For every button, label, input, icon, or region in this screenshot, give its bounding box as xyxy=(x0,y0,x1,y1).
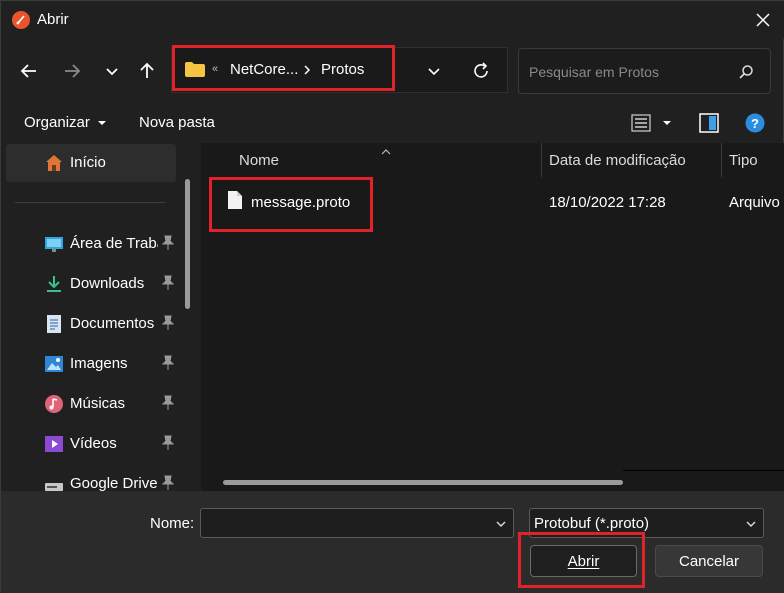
sidebar-divider xyxy=(15,202,165,203)
cancel-button[interactable]: Cancelar xyxy=(655,545,763,577)
back-button[interactable] xyxy=(14,56,44,86)
sidebar-item-music[interactable]: Músicas xyxy=(6,385,176,423)
address-dropdown-icon[interactable] xyxy=(426,63,442,82)
pin-icon xyxy=(161,355,175,371)
arrow-right-icon xyxy=(65,64,81,78)
open-button-highlight xyxy=(518,532,645,588)
up-button[interactable] xyxy=(132,56,162,86)
column-divider[interactable] xyxy=(721,143,722,177)
arrow-up-icon xyxy=(140,62,154,78)
pin-icon xyxy=(161,475,175,491)
pin-icon xyxy=(161,275,175,291)
search-icon xyxy=(738,64,754,83)
preview-pane-icon[interactable] xyxy=(699,113,719,136)
chevron-down-icon xyxy=(745,517,757,533)
sidebar-label: Vídeos xyxy=(70,435,117,452)
file-name-input[interactable] xyxy=(200,508,514,538)
drive-icon xyxy=(45,475,63,491)
file-type: Arquivo xyxy=(729,194,780,211)
caret-down-icon xyxy=(98,121,107,125)
search-placeholder: Pesquisar em Protos xyxy=(529,64,659,80)
name-label: Nome: xyxy=(150,515,195,532)
pin-icon xyxy=(161,315,175,331)
sidebar-item-images[interactable]: Imagens xyxy=(6,345,176,383)
file-highlight xyxy=(209,177,373,232)
sidebar-label: Início xyxy=(70,154,106,171)
sidebar-label: Documentos xyxy=(70,315,155,332)
refresh-icon[interactable] xyxy=(471,61,491,84)
home-icon xyxy=(45,154,63,172)
forward-button[interactable] xyxy=(57,56,87,86)
title-bar: Abrir xyxy=(1,1,784,39)
sidebar-item-documents[interactable]: Documentos xyxy=(6,305,176,343)
svg-text:?: ? xyxy=(751,116,759,131)
app-icon xyxy=(12,11,30,29)
download-icon xyxy=(45,275,63,293)
chevron-down-icon xyxy=(106,68,118,76)
sidebar-item-videos[interactable]: Vídeos xyxy=(6,425,176,463)
sidebar-item-downloads[interactable]: Downloads xyxy=(6,265,176,303)
sort-ascending-icon xyxy=(381,142,391,158)
sidebar-label: Área de Trabalho xyxy=(70,235,158,252)
arrow-left-icon xyxy=(20,64,36,78)
video-icon xyxy=(45,435,63,453)
sidebar-label: Downloads xyxy=(70,275,145,292)
sidebar-label: Músicas xyxy=(70,395,126,412)
sidebar-item-home[interactable]: Início xyxy=(6,144,176,182)
document-icon xyxy=(45,315,63,333)
footer-panel xyxy=(1,491,784,593)
open-file-dialog: Abrir « NetCore... Protos Pesquisar em P… xyxy=(0,0,784,593)
window-title: Abrir xyxy=(37,11,69,28)
close-icon[interactable] xyxy=(751,9,775,31)
new-folder-button[interactable]: Nova pasta xyxy=(139,114,215,131)
column-header-type[interactable]: Tipo xyxy=(729,152,758,169)
sidebar-label: Google Drive xyxy=(70,475,158,491)
organize-menu[interactable]: Organizar xyxy=(24,114,107,131)
column-header-name[interactable]: Nome xyxy=(239,152,279,169)
sidebar-scrollbar[interactable] xyxy=(185,179,190,309)
file-type-filter-value: Protobuf (*.proto) xyxy=(534,515,650,532)
column-header-modified[interactable]: Data de modificação xyxy=(549,152,686,169)
chevron-down-icon[interactable] xyxy=(495,517,507,533)
file-list-scrollbar[interactable] xyxy=(223,480,623,485)
organize-label: Organizar xyxy=(24,114,90,131)
help-icon[interactable]: ? xyxy=(745,113,765,136)
pin-icon xyxy=(161,435,175,451)
image-icon xyxy=(45,355,63,373)
column-divider[interactable] xyxy=(541,143,542,177)
sidebar-label: Imagens xyxy=(70,355,128,372)
view-options-icon[interactable] xyxy=(631,114,677,135)
sidebar-item-google-drive[interactable]: Google Drive xyxy=(6,465,176,491)
pin-icon xyxy=(161,395,175,411)
address-highlight xyxy=(172,45,395,91)
recent-locations-button[interactable] xyxy=(97,56,127,86)
file-modified: 18/10/2022 17:28 xyxy=(549,194,666,211)
pane-divider xyxy=(623,470,784,471)
search-box[interactable]: Pesquisar em Protos xyxy=(518,48,771,94)
desktop-icon xyxy=(45,235,63,253)
sidebar-item-desktop[interactable]: Área de Trabalho xyxy=(6,225,176,263)
music-icon xyxy=(45,395,63,413)
pin-icon xyxy=(161,235,175,251)
